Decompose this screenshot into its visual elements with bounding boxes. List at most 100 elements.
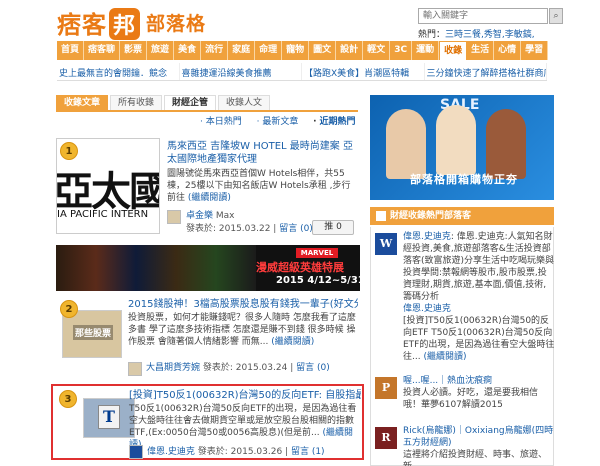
model-image bbox=[386, 109, 426, 179]
heroes-image bbox=[56, 245, 256, 291]
author-link[interactable]: 偉恩.史迪克 bbox=[147, 447, 195, 457]
tab-section: 收錄文章 bbox=[56, 95, 109, 110]
tab-humanities[interactable]: 收錄人文 bbox=[218, 95, 271, 110]
nav-item[interactable]: 圖文 bbox=[309, 41, 337, 60]
search-button[interactable]: ⌕ bbox=[549, 8, 563, 24]
tab-all[interactable]: 所有收錄 bbox=[110, 95, 163, 110]
comments-link[interactable]: 留言 (1) bbox=[291, 447, 325, 457]
nav-item[interactable]: 設計 bbox=[336, 41, 364, 60]
nav-item[interactable]: 痞客聊 bbox=[84, 41, 121, 60]
site-header: 痞客邦 部落格 ⌕ 熱門：三時三餐,秀智,李敏鎬, bbox=[0, 0, 600, 40]
ticker-item[interactable]: 【路跑X美食】肖潮區特輯 bbox=[302, 63, 425, 80]
banner-dates: 2015 4/12~5/31 bbox=[276, 275, 360, 286]
blogger-text: 喔...喔...｜熱血沈痕痾 投資人必讀。好吃，還是要我相信哦！華夢6107解讀… bbox=[403, 375, 555, 411]
article-date: 發表於: 2015.03.22 bbox=[186, 224, 271, 234]
thumbnail-letter: T bbox=[98, 405, 120, 429]
nav-item[interactable]: 首頁 bbox=[57, 41, 85, 60]
tab-finance[interactable]: 財經企管 bbox=[164, 95, 217, 110]
ad-caption: 部落格開箱購物正夯 bbox=[410, 173, 518, 186]
comments-link[interactable]: 留言 (0) bbox=[296, 363, 330, 373]
promo-ticker: 史上最無言的會開鑰．競念 喜雜捷運沿線美食推薦 【路跑X美食】肖潮區特輯 三分鐘… bbox=[57, 63, 547, 81]
article-thumbnail[interactable]: T bbox=[83, 398, 135, 438]
nav-item[interactable]: 生活 bbox=[467, 41, 495, 60]
article-date: 發表於: 2015.03.26 bbox=[197, 447, 283, 457]
article-title[interactable]: 2015錢股神！3檔高股票股息股有錢我一輩子(好文分享) bbox=[128, 298, 358, 311]
ticker-item[interactable]: 三分鐘快速了解醉搭格社群商店 bbox=[425, 63, 547, 80]
nav-item[interactable]: 輕文 bbox=[363, 41, 391, 60]
article-tabs: 收錄文章 所有收錄 財經企管 收錄人文 bbox=[56, 95, 358, 112]
nav-item[interactable]: 心情 bbox=[494, 41, 522, 60]
subtab-latest-label: 最新文章 bbox=[262, 117, 299, 127]
subtab-latest[interactable]: ‧ 最新文章 bbox=[257, 117, 305, 127]
author-sub: Max bbox=[215, 211, 235, 221]
nav-item[interactable]: 家庭 bbox=[228, 41, 256, 60]
list-icon bbox=[376, 211, 386, 221]
nav-item[interactable]: 旅遊 bbox=[147, 41, 175, 60]
blogger-text: 偉恩.史迪克: 偉恩.史迪克:人氣知名財經投資,美食,旅遊部落客&生活投資部落客… bbox=[403, 232, 555, 362]
article-summary: 投資股票，如何才能賺錢呢？很多人隨時 怎麼我看了這麼多書 學了這麼多技術指標 怎… bbox=[128, 312, 358, 348]
push-button[interactable]: 推 0 bbox=[312, 220, 354, 235]
summary-text: 投資股票，如何才能賺錢呢？很多人隨時 怎麼我看了這麼多書 學了這麼多技術指標 怎… bbox=[128, 313, 356, 347]
blogger-description: 這裡將介紹投資財經、時事、旅遊、新 bbox=[403, 450, 548, 466]
read-more-link[interactable]: (繼續閱讀) bbox=[271, 337, 314, 347]
logo-badge: 邦 bbox=[109, 8, 141, 40]
blogger-title[interactable]: Rick(烏龍娜)｜Oxixiang烏龍娜(四時五方財經網) bbox=[403, 426, 553, 448]
author-link[interactable]: 卓金樂 bbox=[186, 211, 213, 221]
article-title[interactable]: 馬來西亞 吉隆坡W HOTEL 最時尚建案 亞太國際地產獨家代理 bbox=[167, 140, 357, 166]
article-summary: 圖陽號從馬來西亞首個W Hotels相伴，共55棟，25樓以下由知名飯店W Ho… bbox=[167, 168, 359, 204]
author-link[interactable]: 大昌期貨芳婉 bbox=[146, 363, 200, 373]
subtab-today-label: 本日熱門 bbox=[205, 117, 242, 127]
read-more-link[interactable]: (繼續閱讀) bbox=[423, 352, 466, 362]
nav-item[interactable]: 寵物 bbox=[282, 41, 310, 60]
author-avatar[interactable] bbox=[129, 445, 143, 459]
top-bloggers-header: 財經收錄熱門部落客 bbox=[370, 207, 554, 225]
blogger-avatar[interactable]: P bbox=[375, 377, 397, 399]
rank-badge: 3 bbox=[59, 390, 77, 408]
search-icon: ⌕ bbox=[553, 11, 559, 21]
article-meta: 偉恩.史迪克 發表於: 2015.03.26 | 留言 (1) bbox=[147, 447, 325, 457]
article-meta: 發表於: 2015.03.22 | 留言 (0) bbox=[186, 224, 313, 234]
hot-keyword-links[interactable]: 三時三餐,秀智,李敏鎬, bbox=[445, 30, 535, 40]
nav-item[interactable]: 影票 bbox=[120, 41, 148, 60]
nav-item[interactable]: 流行 bbox=[201, 41, 229, 60]
article-card-3-highlighted: 3 T [投資]T50反1(00632R)台灣50的反向ETF: 自股指最大..… bbox=[51, 384, 364, 460]
nav-item[interactable]: 學習 bbox=[521, 41, 549, 60]
read-more-link[interactable]: (繼續閱讀) bbox=[188, 193, 231, 203]
blogger-title[interactable]: 喔...喔...｜熱血沈痕痾 bbox=[403, 376, 492, 386]
subtab-recent-label: 近期熱門 bbox=[319, 117, 356, 127]
author-avatar[interactable] bbox=[128, 362, 142, 376]
blogger-text: Rick(烏龍娜)｜Oxixiang烏龍娜(四時五方財經網) 這裡將介紹投資財經… bbox=[403, 425, 555, 466]
article-author: 卓金樂 Max bbox=[186, 208, 235, 221]
subtab-recent[interactable]: ‧ 近期熱門 bbox=[313, 117, 361, 127]
ticker-item[interactable]: 史上最無言的會開鑰．競念 bbox=[57, 63, 180, 80]
rank-badge: 1 bbox=[60, 142, 78, 160]
subtab-today[interactable]: ‧ 本日熱門 bbox=[200, 117, 248, 127]
comments-link[interactable]: 留言 (0) bbox=[279, 224, 313, 234]
marvel-exhibition-banner[interactable]: MARVEL 漫威超級英雄特展 2015 4/12~5/31 bbox=[56, 245, 360, 291]
site-name[interactable]: 部落格 bbox=[146, 9, 206, 36]
blogger-title[interactable]: 偉恩.史迪克 bbox=[403, 232, 451, 242]
blogger-item: P 喔...喔...｜熱血沈痕痾 投資人必讀。好吃，還是要我相信哦！華夢6107… bbox=[375, 375, 555, 419]
shopping-ad-banner[interactable]: SALE 部落格開箱購物正夯 bbox=[370, 95, 554, 200]
search-input[interactable] bbox=[418, 8, 548, 24]
marvel-logo: MARVEL bbox=[296, 248, 338, 258]
nav-item[interactable]: 3C bbox=[390, 41, 413, 60]
blogger-author[interactable]: 偉恩.史迪克 bbox=[403, 304, 451, 314]
ticker-item[interactable]: 喜雜捷運沿線美食推薦 bbox=[180, 63, 302, 80]
nav-item[interactable]: 美食 bbox=[174, 41, 202, 60]
push-label: 推 0 bbox=[324, 222, 342, 232]
nav-item[interactable]: 收錄 bbox=[439, 41, 468, 60]
site-logo[interactable]: 痞客邦 bbox=[57, 5, 141, 40]
blogger-item: W 偉恩.史迪克: 偉恩.史迪克:人氣知名財經投資,美食,旅遊部落客&生活投資部… bbox=[375, 231, 555, 362]
author-avatar[interactable] bbox=[167, 210, 181, 224]
nav-item[interactable]: 運動 bbox=[412, 41, 440, 60]
blogger-avatar[interactable]: R bbox=[375, 427, 397, 449]
nav-item[interactable]: 命理 bbox=[255, 41, 283, 60]
top-bloggers-list: W 偉恩.史迪克: 偉恩.史迪克:人氣知名財經投資,美食,旅遊部落客&生活投資部… bbox=[370, 227, 554, 466]
banner-headline: 漫威超級英雄特展 bbox=[256, 261, 344, 274]
article-card-1: 亞太國 IA PACIFIC INTERN 1 馬來西亞 吉隆坡W HOTEL … bbox=[56, 130, 360, 240]
article-title[interactable]: [投資]T50反1(00632R)台灣50的反向ETF: 自股指最大... bbox=[129, 389, 361, 402]
model-image bbox=[436, 105, 476, 175]
blogger-avatar[interactable]: W bbox=[375, 233, 397, 255]
sort-subtabs: ‧ 本日熱門 ‧ 最新文章 ‧ 近期熱門 bbox=[200, 114, 368, 127]
